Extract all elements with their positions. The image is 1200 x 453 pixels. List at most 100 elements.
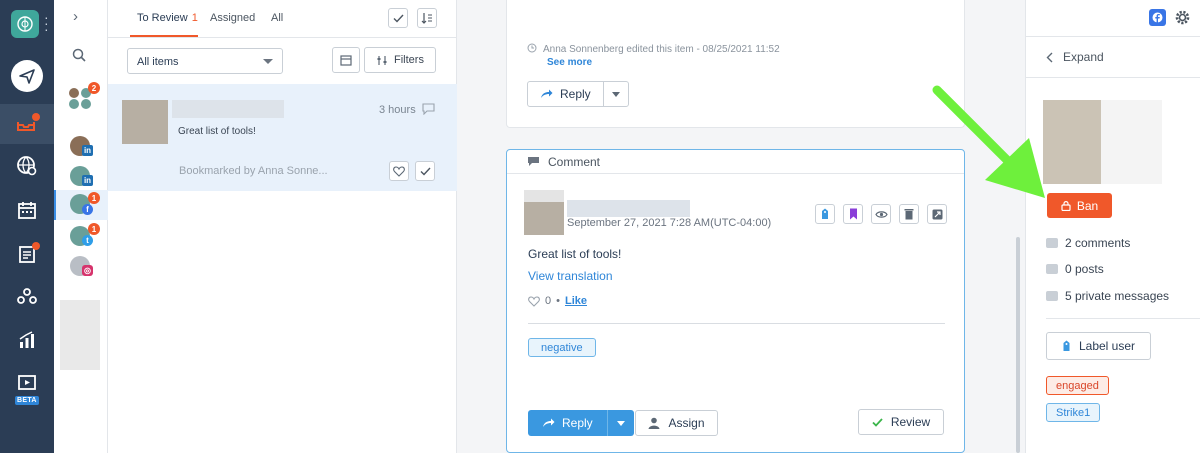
profile-linkedin-2[interactable]: in [54,162,108,192]
profile-linkedin-1[interactable]: in [54,132,108,162]
comment-text: Great list of tools! [528,247,622,261]
main-nav: · · · BETA [0,0,54,453]
profile-facebook[interactable]: f 1 [54,190,108,220]
filters-label: Filters [394,54,424,66]
reply-primary-dropdown[interactable] [608,410,634,436]
tag-negative[interactable]: negative [528,338,596,357]
review-button[interactable]: Review [858,409,944,435]
hide-icon[interactable] [871,204,891,224]
sliders-icon [377,55,387,65]
tab-all[interactable]: All [271,12,283,24]
facebook-icon: f [82,204,93,215]
item-filter-value: All items [137,56,179,68]
see-more-link[interactable]: See more [547,57,592,68]
filters-button[interactable]: Filters [364,47,436,73]
reply-dropdown-toggle[interactable] [604,82,628,106]
conversation-pane: Anna Sonnenberg edited this item - 08/25… [457,0,1025,453]
chevron-right-icon[interactable]: › [73,8,78,25]
tag-icon [1063,340,1070,351]
reply-primary-group: Reply [528,410,634,436]
reply-button[interactable]: Reply [528,82,604,106]
app: · · · BETA › 2 in in f 1 t 1 ◎ To Review… [0,0,1200,453]
chevron-left-icon [1046,52,1053,62]
profile-placeholder [60,300,100,370]
linkedin-icon: in [82,175,93,186]
post-icon [1046,264,1058,274]
tasks-icon[interactable] [0,234,54,274]
search-icon[interactable] [72,48,86,67]
bookmark-icon[interactable] [843,204,863,224]
divider [1026,77,1200,78]
comment-card-header: Comment [507,150,964,174]
item-author-placeholder [172,100,284,118]
gear-icon[interactable] [1174,9,1191,31]
divider [1046,318,1200,319]
tab-to-review[interactable]: To Review 1 [137,12,198,24]
view-translation-link[interactable]: View translation [528,269,613,283]
inbox-item[interactable]: 3 hours Great list of tools! Bookmarked … [108,84,457,191]
item-time: 3 hours [379,104,416,116]
like-link[interactable]: Like [565,295,587,307]
sort-icon[interactable] [417,8,437,28]
people-icon[interactable] [0,276,54,316]
scrollbar[interactable] [1016,237,1020,453]
comment-header-label: Comment [548,154,601,169]
caret-down-icon [616,420,625,426]
facebook-icon[interactable] [1149,9,1166,26]
author-avatar [524,202,564,235]
date-picker-button[interactable] [332,47,360,73]
checkmark-icon [872,417,883,427]
inbox-icon[interactable] [0,104,54,144]
clock-icon [527,43,537,53]
trash-icon[interactable] [899,204,919,224]
caret-down-icon [263,59,273,64]
user-panel: Expand Ban 2 comments 0 posts 5 private … [1025,0,1200,453]
more-icon[interactable]: · · · [44,10,49,36]
external-link-icon[interactable] [927,204,947,224]
item-text: Great list of tools! [178,126,256,137]
tag-engaged[interactable]: engaged [1046,376,1109,395]
beta-badge: BETA [15,396,39,405]
heart-icon[interactable] [389,161,409,181]
inbox-list: To Review 1 Assigned All All items Filter… [108,0,457,453]
twitter-icon: t [82,235,93,246]
tag-icon[interactable] [815,204,835,224]
previous-item-card: Anna Sonnenberg edited this item - 08/25… [506,0,965,128]
logo-icon[interactable] [11,10,39,38]
reply-primary-button[interactable]: Reply [528,410,608,436]
reply-arrow-icon [541,89,553,98]
listening-icon[interactable] [0,146,54,186]
profile-twitter[interactable]: t 1 [54,222,108,252]
linkedin-icon: in [82,145,93,156]
like-row: 0 • Like [528,295,587,307]
assign-button[interactable]: Assign [635,410,718,436]
caret-down-icon [611,91,620,97]
comment-icon [528,157,539,166]
ban-button[interactable]: Ban [1047,193,1112,218]
twitter-count-badge: 1 [88,223,100,235]
expand-button[interactable]: Expand [1046,50,1104,64]
like-separator: • [556,295,560,307]
checkmark-icon[interactable] [388,8,408,28]
checkmark-icon[interactable] [415,161,435,181]
reports-icon[interactable] [0,320,54,360]
item-bookmark-note: Bookmarked by Anna Sonne... [179,165,328,177]
calendar-icon[interactable] [0,190,54,230]
stat-comments: 2 comments [1046,236,1130,250]
tab-assigned[interactable]: Assigned [210,12,255,24]
stat-posts: 0 posts [1046,262,1104,276]
inbox-tabs: To Review 1 Assigned All [108,0,457,38]
lock-icon [1061,201,1071,211]
comment-date: September 27, 2021 7:28 AM(UTC-04:00) [567,217,772,229]
item-filter-select[interactable]: All items [127,48,283,74]
item-avatar [122,100,168,144]
profile-instagram[interactable]: ◎ [54,252,108,282]
label-user-button[interactable]: Label user [1046,332,1151,360]
comment-icon [1046,238,1058,248]
edit-note: Anna Sonnenberg edited this item - 08/25… [527,43,780,55]
reply-arrow-icon [543,418,555,427]
profile-group-item[interactable]: 2 [54,82,108,112]
tag-strike1[interactable]: Strike1 [1046,403,1101,422]
author-name-placeholder [567,200,690,217]
compose-icon[interactable] [11,60,43,92]
